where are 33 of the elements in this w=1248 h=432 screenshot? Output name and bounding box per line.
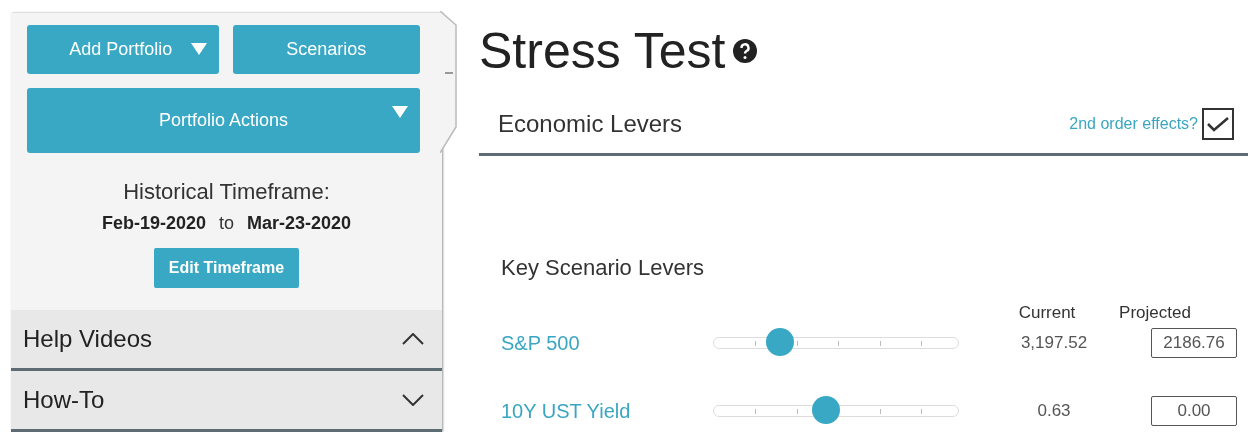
date-separator: to [219, 213, 234, 234]
caret-icon [392, 106, 408, 118]
accordion-header[interactable]: How-To [11, 371, 442, 432]
lever-slider[interactable] [713, 328, 959, 358]
projected-field[interactable]: 0.00 [1151, 396, 1237, 426]
end-date: Mar-23-2020 [247, 213, 352, 234]
actions-dropdown-button[interactable]: Portfolio Actions [27, 88, 420, 153]
scenarios-button[interactable]: Scenarios [232, 25, 420, 74]
column-header: Projected [1118, 303, 1192, 323]
add-portfolio-button[interactable]: Add Portfolio [27, 25, 219, 74]
current-value: 0.63 [1036, 401, 1072, 421]
section-title: Economic Levers [498, 110, 683, 138]
column-header: Current [1017, 303, 1077, 323]
check-icon [1207, 116, 1229, 132]
chevron-down-icon [402, 394, 424, 406]
slider-thumb[interactable] [812, 396, 841, 424]
accordion-header[interactable]: Help Videos [11, 310, 442, 371]
option-link[interactable]: 2nd order effects? [1069, 115, 1198, 133]
start-date: Feb-19-2020 [101, 213, 206, 234]
caret-icon [190, 43, 207, 55]
levers-title: Key Scenario Levers [501, 255, 705, 281]
page-title: Stress Test [479, 22, 726, 80]
slider-thumb[interactable] [765, 328, 794, 356]
edit-timeframe-button[interactable]: Edit Timeframe [153, 248, 300, 288]
timeframe-label: Historical Timeframe: [123, 179, 330, 205]
lever-slider[interactable] [713, 396, 959, 426]
lever-link[interactable]: 10Y UST Yield [479, 399, 713, 423]
checkbox[interactable] [1202, 108, 1234, 140]
current-value: 3,197.52 [1019, 333, 1089, 353]
help-icon[interactable] [733, 39, 758, 63]
lever-link[interactable]: S&P 500 [479, 331, 713, 355]
chevron-up-icon [402, 333, 424, 345]
projected-field[interactable]: 2186.76 [1151, 328, 1237, 358]
